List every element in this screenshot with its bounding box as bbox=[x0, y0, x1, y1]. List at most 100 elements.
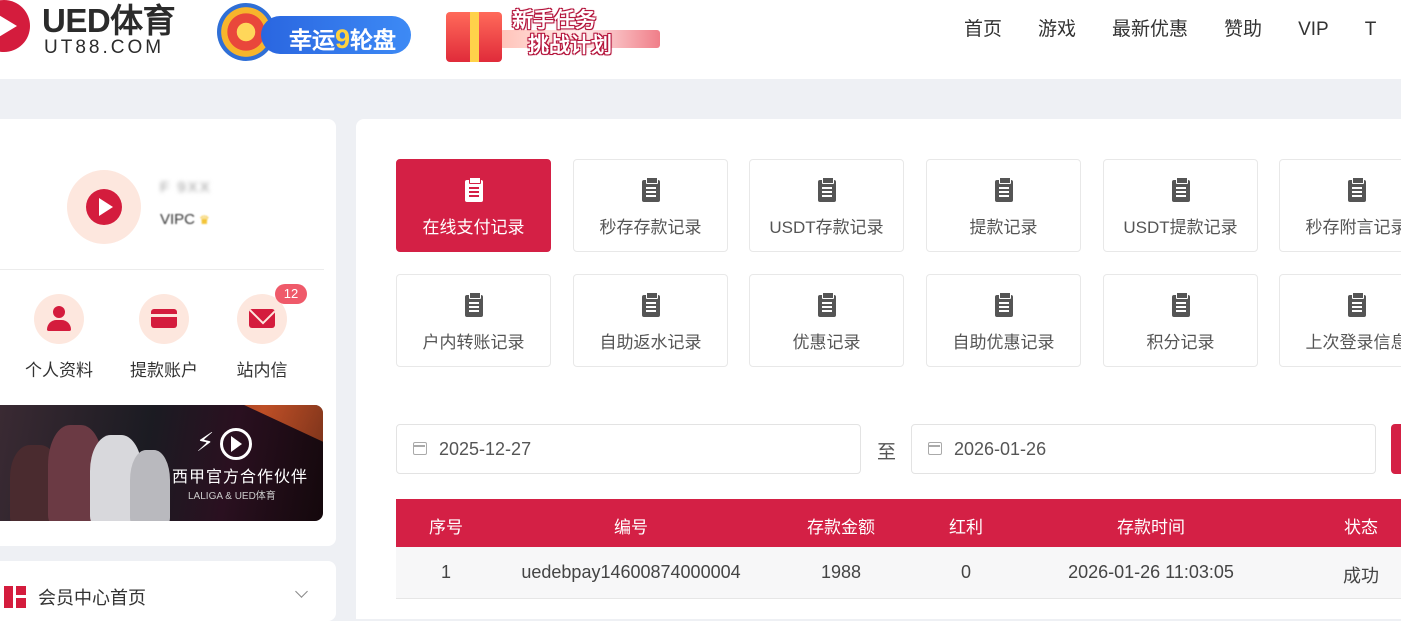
clipboard-icon bbox=[1172, 177, 1190, 202]
records-panel: 在线支付记录 秒存存款记录 USDT存款记录 提款记录 USDT提款记录 秒存附… bbox=[356, 119, 1401, 619]
quick-link-label: 个人资料 bbox=[25, 361, 93, 380]
tab-label: 自助返水记录 bbox=[599, 333, 702, 352]
member-profile-card: F 9XX VIPC ♛ 个人资料 提款账户 站内信 12 ⚡ 西甲官方合作伙伴 … bbox=[0, 119, 336, 546]
col-index: 序号 bbox=[429, 518, 463, 537]
wheel-banner-text: 幸运9轮盘 bbox=[289, 24, 397, 54]
clipboard-icon bbox=[995, 292, 1013, 317]
date-range-separator: 至 bbox=[877, 442, 897, 463]
player-figure bbox=[130, 450, 170, 521]
member-menu: 会员中心首页 bbox=[0, 561, 336, 621]
tab-label: 上次登录信息 bbox=[1305, 333, 1401, 352]
cell-index: 1 bbox=[440, 562, 452, 582]
nav-promotions[interactable]: 最新优惠 bbox=[1112, 14, 1188, 41]
col-status: 状态 bbox=[1344, 518, 1378, 537]
divider bbox=[0, 269, 324, 270]
clipboard-icon bbox=[1348, 177, 1366, 202]
cell-bonus: 0 bbox=[960, 562, 972, 582]
site-logo[interactable]: UED体育 UT88.COM bbox=[0, 0, 198, 64]
end-date-input[interactable]: 2026-01-26 bbox=[911, 424, 1376, 474]
quick-link-withdraw-account[interactable]: 提款账户 bbox=[114, 294, 214, 381]
nav-vip[interactable]: VIP bbox=[1298, 19, 1329, 41]
quick-link-profile[interactable]: 个人资料 bbox=[9, 294, 109, 381]
laliga-logo-icon: ⚡ bbox=[196, 427, 253, 461]
tab-internal-transfer-records[interactable]: 户内转账记录 bbox=[396, 274, 551, 367]
clipboard-icon bbox=[818, 177, 836, 202]
cell-order-id: uedebpay14600874000004 bbox=[521, 562, 741, 582]
tab-self-promotion-records[interactable]: 自助优惠记录 bbox=[926, 274, 1081, 367]
tab-instant-deposit-note-records[interactable]: 秒存附言记录 bbox=[1279, 159, 1401, 252]
start-date-value: 2025-12-27 bbox=[439, 439, 532, 459]
query-button[interactable]: 查询 bbox=[1391, 424, 1401, 474]
gift-box-icon bbox=[446, 12, 502, 62]
clipboard-icon bbox=[642, 177, 660, 202]
tab-label: 优惠记录 bbox=[792, 333, 861, 352]
user-name: F 9XX bbox=[160, 179, 212, 196]
start-date-input[interactable]: 2025-12-27 bbox=[396, 424, 861, 474]
nav-more[interactable]: T bbox=[1365, 19, 1377, 41]
clipboard-icon bbox=[642, 292, 660, 317]
cell-deposit-time: 2026-01-26 11:03:05 bbox=[1068, 562, 1234, 582]
tab-withdraw-records[interactable]: 提款记录 bbox=[926, 159, 1081, 252]
cell-deposit-amount: 1988 bbox=[820, 562, 862, 582]
lucky-wheel-banner[interactable]: 幸运9轮盘 bbox=[217, 3, 412, 61]
end-date-value: 2026-01-26 bbox=[954, 439, 1047, 459]
cell-status: 成功 bbox=[1343, 566, 1379, 586]
nav-sponsorship[interactable]: 赞助 bbox=[1224, 14, 1262, 41]
tab-label: 秒存存款记录 bbox=[599, 218, 702, 237]
tab-instant-deposit-records[interactable]: 秒存存款记录 bbox=[573, 159, 728, 252]
tab-label: 在线支付记录 bbox=[422, 218, 525, 237]
tab-last-login-info[interactable]: 上次登录信息 bbox=[1279, 274, 1401, 367]
tab-points-records[interactable]: 积分记录 bbox=[1103, 274, 1258, 367]
quick-link-messages[interactable]: 站内信 bbox=[212, 294, 312, 381]
tab-label: USDT提款记录 bbox=[1123, 218, 1238, 237]
clipboard-icon bbox=[1172, 292, 1190, 317]
calendar-icon bbox=[928, 442, 942, 455]
logo-title: UED体育 bbox=[42, 2, 176, 39]
table-header: 序号 编号 存款金额 红利 存款时间 状态 bbox=[396, 499, 1401, 547]
avatar-logo-icon bbox=[86, 189, 122, 225]
menu-item-member-home[interactable]: 会员中心首页 bbox=[38, 584, 146, 610]
tab-promotion-records[interactable]: 优惠记录 bbox=[749, 274, 904, 367]
clipboard-icon bbox=[1348, 292, 1366, 317]
quick-link-label: 站内信 bbox=[236, 361, 288, 380]
message-count-badge: 12 bbox=[275, 284, 307, 304]
laliga-promo-banner[interactable]: ⚡ 西甲官方合作伙伴 LALIGA & UED体育 bbox=[0, 405, 323, 521]
dashboard-icon bbox=[4, 586, 26, 608]
tab-label: 提款记录 bbox=[969, 218, 1038, 237]
col-deposit-amount: 存款金额 bbox=[807, 518, 875, 537]
tab-usdt-withdraw-records[interactable]: USDT提款记录 bbox=[1103, 159, 1258, 252]
table-row[interactable]: 1 uedebpay14600874000004 1988 0 2026-01-… bbox=[396, 547, 1401, 599]
clipboard-icon bbox=[995, 177, 1013, 202]
col-order-id: 编号 bbox=[614, 518, 648, 537]
newbie-task-banner[interactable]: 新手任务 挑战计划 bbox=[440, 0, 665, 64]
tab-online-payment-records[interactable]: 在线支付记录 bbox=[396, 159, 551, 252]
avatar[interactable] bbox=[67, 170, 141, 244]
tab-label: 户内转账记录 bbox=[422, 333, 525, 352]
user-icon bbox=[34, 294, 84, 344]
nav-games[interactable]: 游戏 bbox=[1038, 14, 1076, 41]
clipboard-icon bbox=[465, 177, 483, 202]
logo-mark-icon bbox=[0, 0, 30, 52]
col-deposit-time: 存款时间 bbox=[1117, 518, 1185, 537]
task-banner-line2: 挑战计划 bbox=[528, 34, 612, 57]
card-icon bbox=[139, 294, 189, 344]
calendar-icon bbox=[413, 442, 427, 455]
top-nav: 首页 游戏 最新优惠 赞助 VIP T bbox=[964, 14, 1401, 40]
tab-usdt-deposit-records[interactable]: USDT存款记录 bbox=[749, 159, 904, 252]
tab-label: 自助优惠记录 bbox=[952, 333, 1055, 352]
nav-home[interactable]: 首页 bbox=[964, 14, 1002, 41]
user-level: VIPC ♛ bbox=[160, 211, 210, 228]
clipboard-icon bbox=[465, 292, 483, 317]
tab-self-rebate-records[interactable]: 自助返水记录 bbox=[573, 274, 728, 367]
clipboard-icon bbox=[818, 292, 836, 317]
crown-icon: ♛ bbox=[199, 213, 210, 227]
tab-label: 积分记录 bbox=[1146, 333, 1215, 352]
quick-link-label: 提款账户 bbox=[130, 361, 198, 380]
chevron-down-icon[interactable] bbox=[295, 585, 308, 598]
tab-label: 秒存附言记录 bbox=[1305, 218, 1401, 237]
promo-subtitle: LALIGA & UED体育 bbox=[188, 491, 276, 502]
promo-title: 西甲官方合作伙伴 bbox=[172, 469, 309, 486]
top-header: UED体育 UT88.COM 幸运9轮盘 新手任务 挑战计划 首页 游戏 最新优惠 赞… bbox=[0, 0, 1401, 79]
col-bonus: 红利 bbox=[949, 518, 983, 537]
logo-domain: UT88.COM bbox=[44, 37, 165, 58]
